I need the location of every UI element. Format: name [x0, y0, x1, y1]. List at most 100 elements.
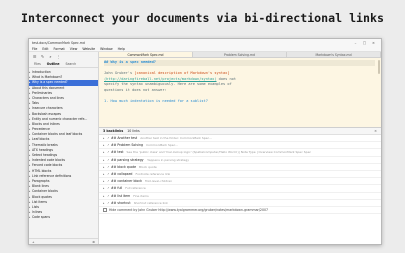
edit-icon[interactable]: ✎	[40, 54, 45, 59]
outline-item-label: Precedence	[32, 127, 50, 132]
outline-item-label: Link reference definitions	[32, 173, 72, 178]
tab-search[interactable]: Search	[63, 62, 80, 66]
backlink-title: ## full	[111, 186, 123, 191]
close-icon[interactable]: ×	[374, 129, 377, 133]
menu-file[interactable]: File	[32, 47, 37, 51]
tab-commonmark-spec[interactable]: CommonMark Spec.md	[99, 52, 193, 57]
menu-view[interactable]: View	[70, 47, 78, 51]
outline-item-label: ATX headings	[32, 147, 53, 152]
editor-link-url[interactable]: (http://daringfireball.net/projects/mark…	[104, 77, 217, 81]
backlink-row[interactable]: ▸ ↗ ## shortcut Shortcut reference link	[99, 200, 381, 207]
backlink-title: ## Problem Solving	[111, 143, 144, 148]
editor-text: John Gruber's	[104, 71, 135, 76]
backlink-row[interactable]: ▸ ↗ ## block quote Block quote	[99, 164, 381, 171]
close-button[interactable]: ×	[369, 41, 378, 45]
gear-icon[interactable]: ⚙	[92, 240, 95, 244]
menu-edit[interactable]: Edit	[42, 47, 48, 51]
backlink-snippet: CommonMark Spec...	[146, 143, 179, 148]
backlinks-panel: 3 backlinks 10 links × ▸ ↗ ## Another test…	[99, 127, 381, 244]
backlink-snippet: Happens in parsing strategy	[146, 157, 190, 162]
backlink-title: ## shortcut	[111, 200, 131, 205]
backlink-title: ## list item	[111, 193, 131, 198]
sidebar-tabs: Files Outline Search	[29, 61, 98, 68]
backlink-snippet: Footnote reference link	[135, 172, 171, 177]
backlink-row[interactable]: ▸ ↗ ## parsing strategy Happens in parsing …	[99, 157, 381, 164]
outline-list: ▸ Introduction ▸ What is Markdown? ▸ Why is a…	[29, 68, 98, 220]
editor-line: 1. How much indentation is needed for a …	[104, 99, 208, 104]
menu-window[interactable]: Window	[100, 47, 113, 51]
backlink-snippet: Block quote	[139, 164, 157, 169]
outline-item-label: Blank lines	[32, 184, 49, 189]
editor-link-text[interactable]: [canonical description of Markdown's syn…	[134, 71, 229, 75]
backlink-row[interactable]: ▸ ↗ ## Problem Solving CommonMark Spec...	[99, 142, 381, 150]
outline-item-label: Entity and numeric character refe...	[32, 116, 88, 121]
window-title: test-docs/CommonMark Spec.md	[32, 40, 85, 45]
minimize-button[interactable]: –	[351, 41, 360, 45]
outline-item[interactable]: ▸ Code spans	[29, 215, 98, 220]
backlink-row[interactable]: ▸ ↗ ## container block first-level-children	[99, 178, 381, 186]
backlink-row[interactable]: ▸ ↗ ## collapsed Footnote reference link	[99, 171, 381, 179]
app-window: test-docs/CommonMark Spec.md – □ × File …	[28, 38, 382, 245]
outline-item-label: Paragraphs	[32, 178, 50, 183]
editor[interactable]: ## Why is a spec needed? John Gruber's […	[99, 58, 381, 127]
menu-help[interactable]: Help	[118, 47, 125, 51]
banner: Interconnect your documents via bi-direc…	[0, 0, 405, 36]
backlink-row[interactable]: ▸ ↗ ## full Full reference	[99, 185, 381, 193]
outline-item-label: HTML blocks	[32, 168, 52, 173]
outline-item-label: Setext headings	[32, 153, 58, 157]
sidebar: ☰ ✎ ⌕ ⋮ Files Outline Search ▸ Introducti…	[29, 52, 99, 244]
outline-item-label: Introduction	[32, 70, 51, 74]
menu-icon[interactable]: ☰	[32, 54, 37, 59]
add-icon[interactable]: +	[32, 240, 35, 244]
outline-item-label: Lists	[32, 204, 40, 209]
content-area: ☰ ✎ ⌕ ⋮ Files Outline Search ▸ Introducti…	[29, 52, 381, 244]
outline-item-label: Code spans	[32, 215, 50, 220]
backlink-row[interactable]: ▸ ↗ ## list item Fine items	[99, 193, 381, 200]
more-icon[interactable]: ⋮	[56, 54, 61, 59]
outline-item-label: What is Markdown?	[32, 75, 63, 80]
menu-website[interactable]: Website	[82, 47, 95, 51]
sidebar-toolbar: ☰ ✎ ⌕ ⋮	[29, 52, 98, 61]
outline-item-label: Characters and lines	[32, 95, 64, 100]
editor-text: does not	[216, 76, 236, 81]
search-icon[interactable]: ⌕	[48, 54, 53, 59]
backlink-snippet: Shortcut reference link	[133, 200, 168, 205]
backlink-snippet: See the 'public class' and 'hiel.lookup …	[126, 150, 312, 155]
backlink-row[interactable]: ▸ ↗ ## test See the 'public class' and 'hie…	[99, 149, 381, 157]
outline-item-label: Container blocks and leaf blocks	[32, 132, 83, 137]
outline-item-label: Tabs	[32, 101, 39, 106]
outline-item-label: Block quotes	[32, 194, 52, 199]
outline-item-label: Fenced code blocks	[32, 163, 63, 168]
menu-format[interactable]: Format	[54, 47, 65, 51]
title-bar: test-docs/CommonMark Spec.md – □ ×	[29, 39, 381, 46]
backlink-title: ## container block	[111, 179, 142, 184]
outline-item-label: Blocks and inlines	[32, 121, 60, 126]
outline-item-label: Leaf blocks	[32, 137, 50, 142]
tab-outline[interactable]: Outline	[44, 62, 63, 66]
backlinks-footer-text: Hide comment by John Gruber http://www.t…	[109, 207, 269, 212]
outline-item-label: Inlines	[32, 210, 43, 215]
sidebar-footer: + ⚙	[29, 238, 98, 244]
outline-item-label: Container blocks	[32, 189, 58, 194]
backlink-row[interactable]: ▸ ↗ ## Another test Another test in the fol…	[99, 135, 381, 143]
tab-markdown-syntax[interactable]: Markdown's Syntax.md	[287, 52, 381, 57]
backlink-snippet: Full reference	[125, 186, 146, 191]
outline-item-label: Preliminaries	[32, 90, 53, 95]
editor-scrollbar[interactable]	[378, 60, 380, 74]
backlink-snippet: first-level-children	[144, 179, 173, 184]
outline-item-label: Insecure characters	[32, 106, 63, 111]
tab-problem-solving[interactable]: Problem Solving.md	[193, 52, 287, 57]
outline-item-label: Backslash escapes	[32, 111, 62, 116]
maximize-button[interactable]: □	[360, 41, 369, 45]
outline-item-label: Thematic breaks	[32, 142, 58, 147]
backlink-title: ## collapsed	[111, 172, 133, 177]
banner-title: Interconnect your documents via bi-direc…	[21, 11, 384, 25]
backlink-snippet: Fine items	[133, 193, 149, 198]
backlink-title: ## test	[111, 150, 124, 155]
checkbox[interactable]	[103, 208, 107, 212]
outline-item-label: List items	[32, 199, 47, 204]
tab-files[interactable]: Files	[31, 62, 44, 66]
backlinks-header: 3 backlinks 10 links ×	[99, 128, 381, 135]
backlink-snippet: Another test in the folder: CommonMark S…	[140, 136, 213, 141]
backlink-title: ## Another test	[111, 136, 138, 141]
